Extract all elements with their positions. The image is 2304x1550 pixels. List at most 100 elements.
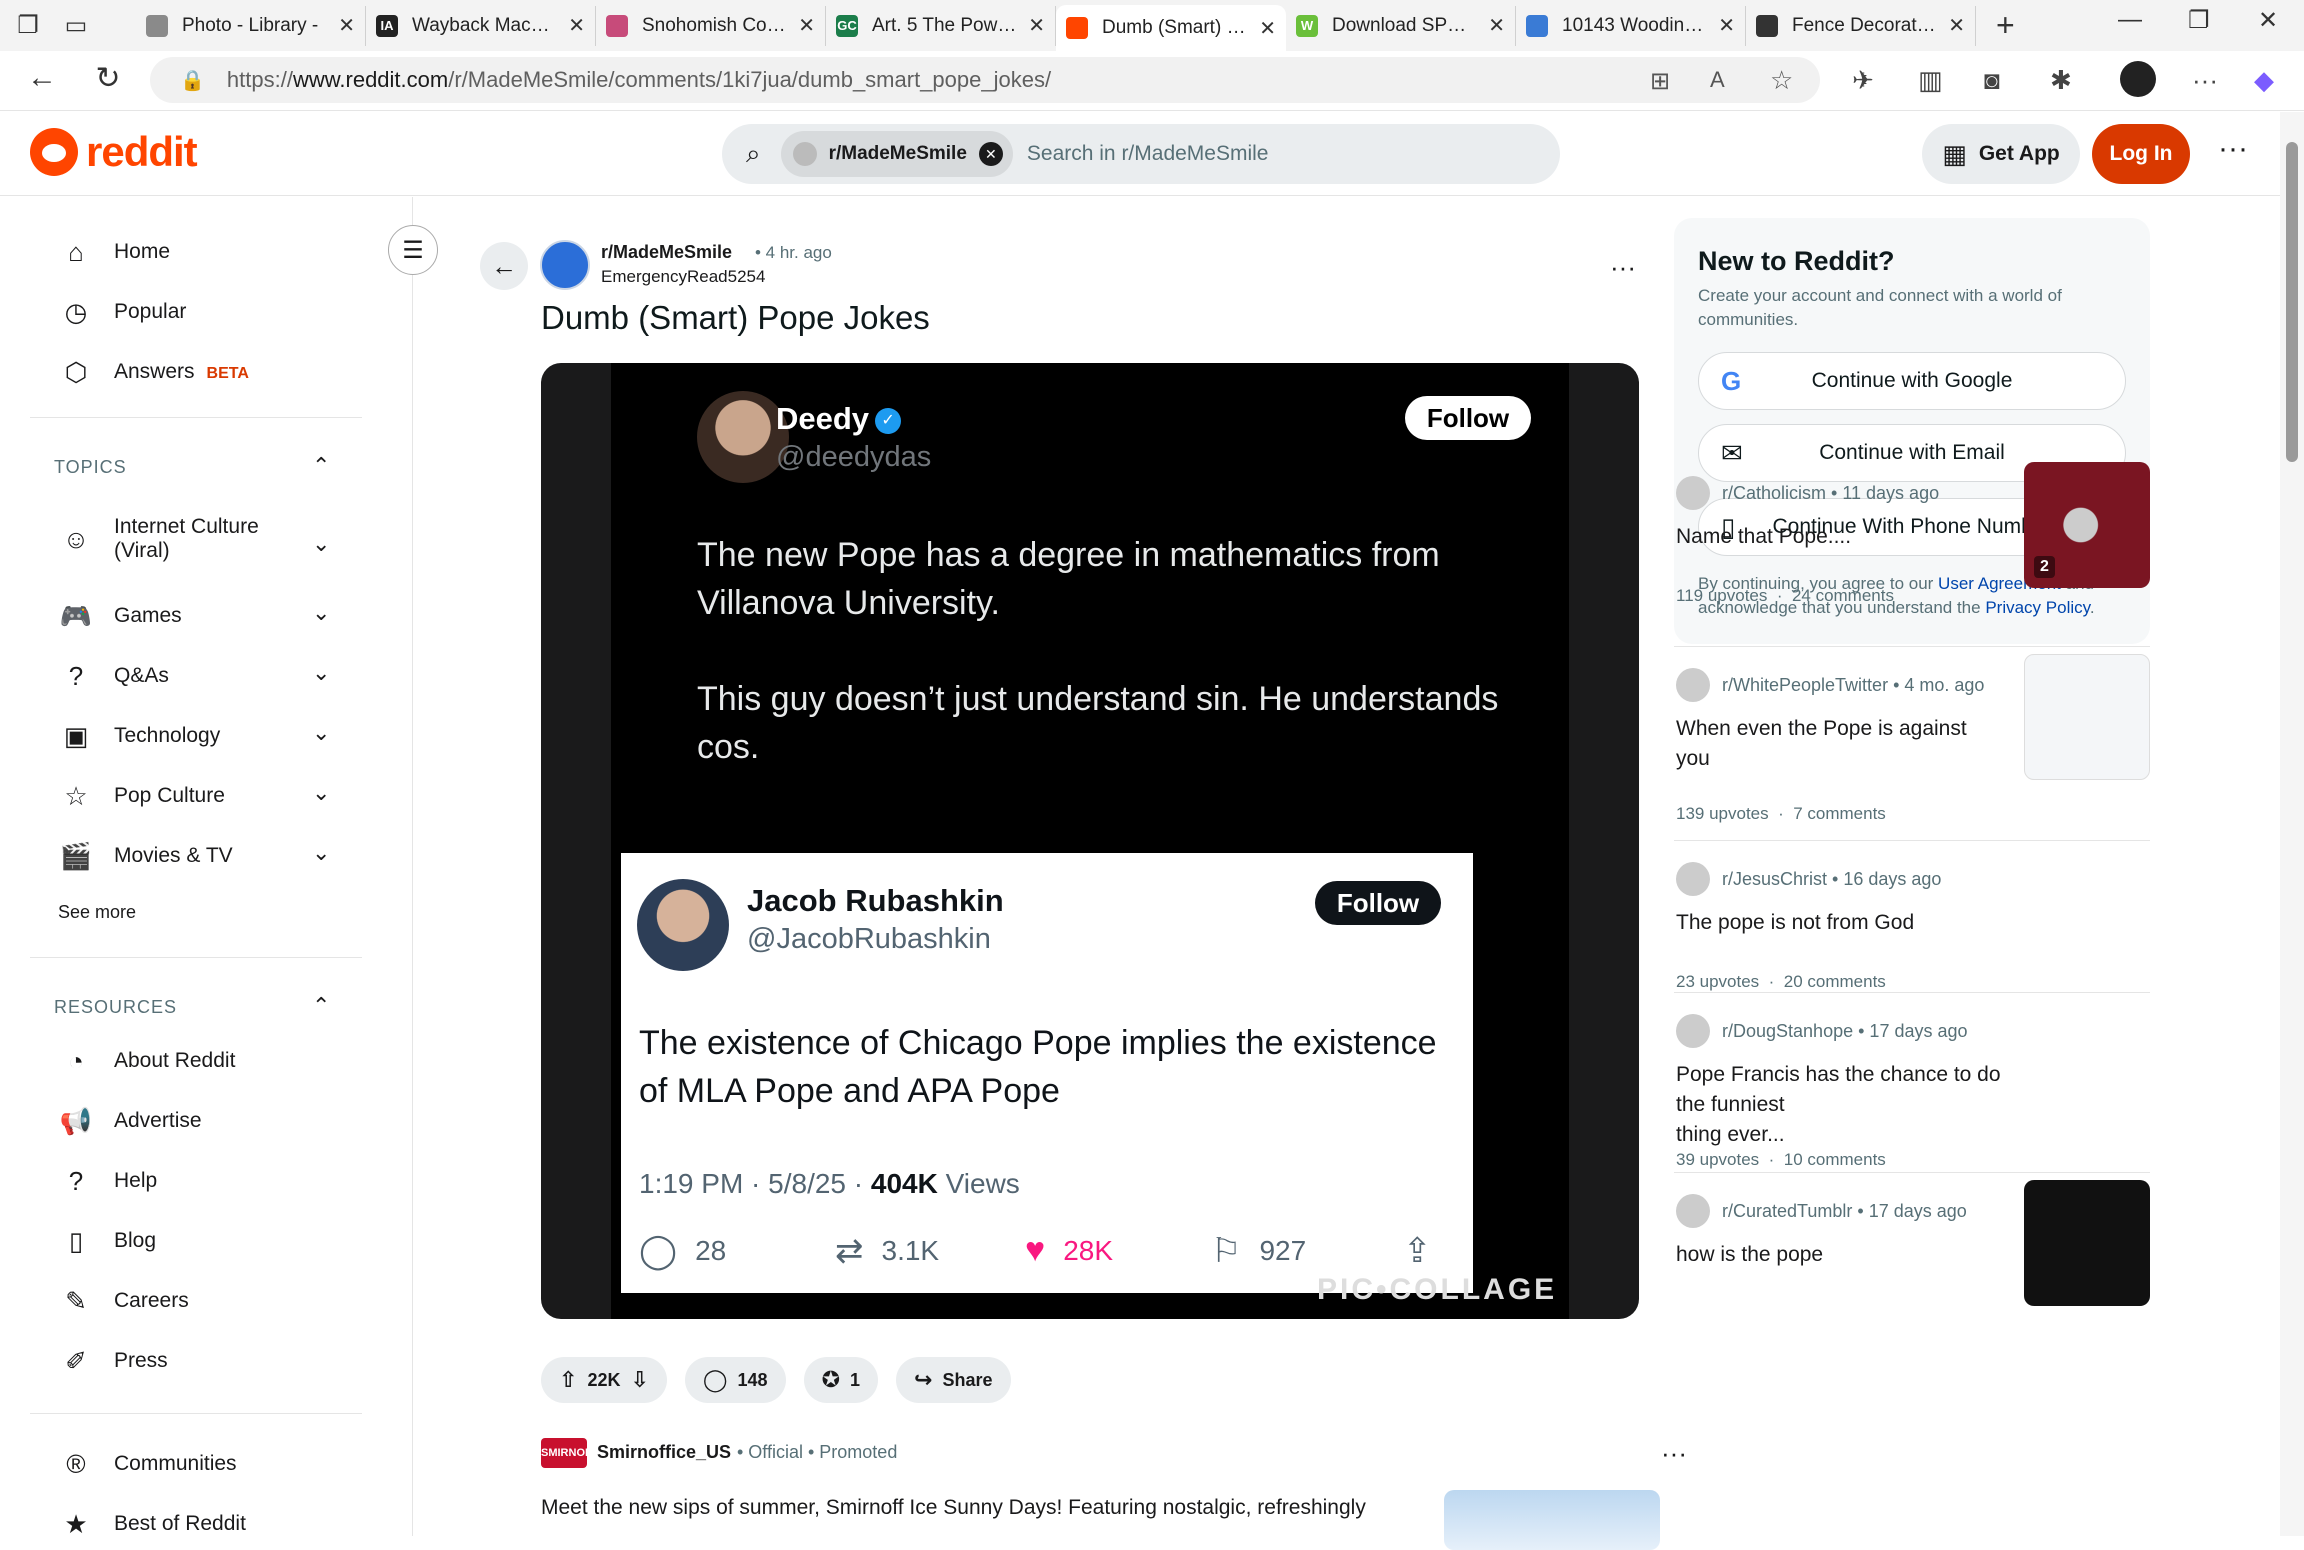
chevron-down-icon[interactable]: ⌄ [312,780,330,806]
post-author[interactable]: EmergencyRead5254 [601,267,765,287]
close-tab-icon[interactable]: ✕ [1718,13,1735,38]
screenshot-icon[interactable]: ◙ [1984,65,2000,96]
sidebar-item[interactable]: ☆ Pop Culture [58,778,225,814]
chevron-down-icon[interactable]: ⌄ [312,720,330,746]
downvote-icon[interactable]: ⇩ [630,1367,648,1393]
sidebar-item[interactable]: ▯ Blog [58,1223,156,1259]
scrollbar-thumb[interactable] [2286,142,2298,462]
browser-tab[interactable]: Snohomish County ✕ [596,5,826,46]
resources-heading[interactable]: RESOURCES [54,997,177,1018]
minimize-icon[interactable]: — [2118,6,2142,34]
sidebar-item[interactable]: ◷ Popular [58,294,187,330]
post-options-icon[interactable]: ··· [1610,252,1636,283]
app-available-icon[interactable]: ⊞ [1650,67,1670,96]
read-aloud-icon[interactable]: A [1710,67,1725,93]
workspaces-icon[interactable]: ❐ [8,6,48,46]
upvote-icon[interactable]: ⇧ [559,1367,577,1393]
page-scrollbar[interactable] [2280,112,2304,1536]
continue-google-button[interactable]: G Continue with Google [1698,352,2126,410]
profile-avatar[interactable] [2120,61,2156,97]
refresh-icon[interactable]: ↻ [78,61,138,96]
clear-chip-icon[interactable]: ✕ [978,142,1003,166]
share-button[interactable]: ↪ Share [896,1357,1011,1403]
browser-tab[interactable]: IA Wayback Machine ✕ [366,5,596,46]
topics-heading[interactable]: TOPICS [54,457,127,478]
see-more-link[interactable]: See more [58,902,136,923]
ad-options-icon[interactable]: ··· [1661,1438,1687,1469]
subreddit-name[interactable]: r/MadeMeSmile [601,242,732,263]
chevron-up-icon[interactable]: ⌃ [312,453,330,479]
back-icon[interactable]: ← [12,61,72,95]
chevron-down-icon[interactable]: ⌄ [312,600,330,626]
more-options-icon[interactable]: ··· [2218,132,2248,166]
favorite-star-icon[interactable]: ☆ [1770,65,1793,96]
sidebar-item[interactable]: ☺ Internet Culture (Viral) [58,515,259,563]
close-tab-icon[interactable]: ✕ [798,13,815,38]
close-window-icon[interactable]: ✕ [2258,6,2278,35]
comments-button[interactable]: ◯ 148 [684,1357,786,1403]
related-thumbnail[interactable]: 2 [2024,462,2150,588]
related-sub[interactable]: r/WhitePeopleTwitter • 4 mo. ago [1722,675,1984,696]
related-title[interactable]: Pope Francis has the chance to do the fu… [1676,1060,2006,1150]
sidebar-item[interactable]: 📢 Advertise [58,1103,202,1139]
url-bar[interactable]: 🔒 https://www.reddit.com/r/MadeMeSmile/c… [150,57,1820,103]
related-title[interactable]: The pope is not from God [1676,908,2006,938]
related-title[interactable]: When even the Pope is against you [1676,714,2006,774]
subreddit-avatar[interactable] [540,240,590,290]
login-button[interactable]: Log In [2092,124,2190,184]
browser-tab[interactable]: Fence Decoration ✕ [1746,5,1976,46]
browser-tab[interactable]: Photo - Library - ✕ [136,5,366,46]
post-image[interactable]: Deedy ✓ @deedydas Follow The new Pope has… [541,363,1639,1319]
sidebar-item[interactable]: ⌂ Home [58,234,170,270]
close-tab-icon[interactable]: ✕ [1028,13,1045,38]
extension-icon[interactable]: ✈ [1852,65,1874,96]
sidebar-item[interactable]: 🎮 Games [58,598,182,634]
new-tab-button[interactable]: + [1996,7,2015,44]
close-tab-icon[interactable]: ✕ [568,13,585,38]
close-tab-icon[interactable]: ✕ [338,13,355,38]
sidebar-item[interactable]: ? Q&As [58,658,169,694]
related-title[interactable]: how is the pope [1676,1240,2006,1270]
search-input[interactable]: Search in r/MadeMeSmile [1027,142,1269,166]
get-app-button[interactable]: ▦ Get App [1922,124,2080,184]
extensions-puzzle-icon[interactable]: ✱ [2050,65,2072,96]
collapse-sidebar-button[interactable]: ☰ [388,225,438,275]
related-thumbnail[interactable] [2024,1180,2150,1306]
close-tab-icon[interactable]: ✕ [1948,13,1965,38]
close-tab-icon[interactable]: ✕ [1488,13,1505,38]
sidebar-item[interactable]: ✐ Press [58,1343,168,1379]
sidebar-item[interactable]: ® Communities [58,1446,236,1482]
chevron-down-icon[interactable]: ⌄ [312,840,330,866]
sidebar-item[interactable]: ? Help [58,1163,157,1199]
sidebar-item[interactable]: ◔ About Reddit [58,1043,235,1079]
restore-icon[interactable]: ❐ [2188,6,2210,35]
search-subreddit-chip[interactable]: r/MadeMeSmile ✕ [780,131,1013,177]
sidebar-item[interactable]: ▣ Technology [58,718,221,754]
award-button[interactable]: ✪ 1 [803,1357,879,1403]
search-bar[interactable]: ⌕ r/MadeMeSmile ✕ Search in r/MadeMeSmil… [722,124,1560,184]
related-title[interactable]: Name that Pope.... [1676,522,2006,552]
chevron-down-icon[interactable]: ⌄ [312,531,330,557]
browser-tab[interactable]: W Download SPX Da ✕ [1286,5,1516,46]
reddit-logo[interactable]: reddit [30,128,198,176]
vote-control[interactable]: ⇧ 22K ⇩ [541,1357,667,1403]
browser-tab[interactable]: 10143 Woodinville ✕ [1516,5,1746,46]
copilot-icon[interactable]: ◆ [2254,65,2274,96]
settings-more-icon[interactable]: ··· [2192,65,2218,96]
back-arrow-icon[interactable]: ← [480,242,528,290]
ad-account[interactable]: Smirnoffice_US [597,1442,731,1463]
chevron-up-icon[interactable]: ⌃ [312,993,330,1019]
tab-actions-icon[interactable]: ▭ [56,6,96,46]
sidebar-item[interactable]: ⬡ Answers BETA [58,354,249,390]
related-thumbnail[interactable] [2024,654,2150,780]
close-tab-icon[interactable]: ✕ [1259,16,1276,41]
ad-image[interactable] [1444,1490,1660,1550]
browser-tab[interactable]: Dumb (Smart) Pope ✕ [1056,5,1286,51]
collections-icon[interactable]: ▥ [1918,65,1943,96]
browser-tab[interactable]: GC Art. 5 The Powers ✕ [826,5,1056,46]
chevron-down-icon[interactable]: ⌄ [312,660,330,686]
sidebar-item[interactable]: ★ Best of Reddit [58,1506,246,1537]
related-sub[interactable]: r/DougStanhope • 17 days ago [1722,1021,1968,1042]
related-sub[interactable]: r/CuratedTumblr • 17 days ago [1722,1201,1967,1222]
privacy-policy-link[interactable]: Privacy Policy [1985,598,2090,617]
